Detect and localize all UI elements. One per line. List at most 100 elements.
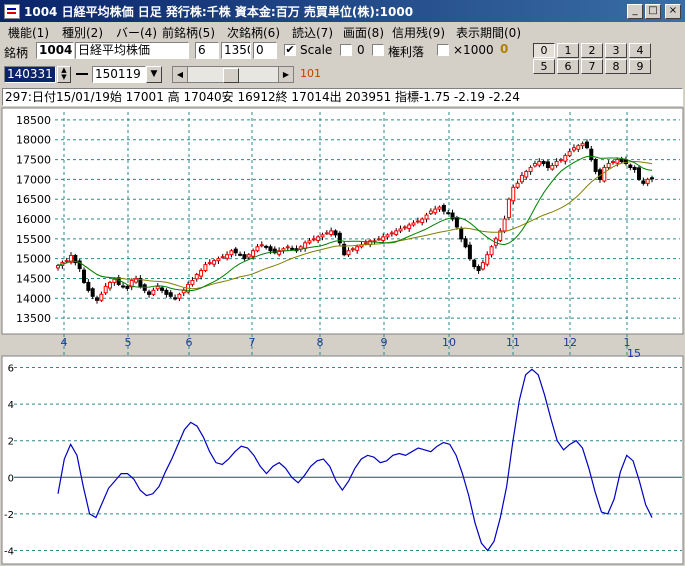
candle-up [108,281,113,289]
price-y-tick-label: 15500 [16,233,51,246]
candle-up [311,238,316,241]
candle-up [259,244,264,247]
candle-up [381,236,386,241]
oscillator-y-tick-label: -4 [4,547,14,558]
candle-up [532,163,537,167]
candle-down [268,246,273,252]
candle-down [147,291,152,295]
candle-down [467,244,472,260]
candle-up [506,198,511,218]
candle-up [576,145,581,150]
candle-down [233,248,238,254]
candle-down [238,253,243,256]
oscillator-y-tick-label: 2 [8,437,14,448]
candle-down [619,159,624,163]
chart-area: 13500 14000 14500 15000 15500 16000 16500 17000… [1,107,684,565]
price-y-tick-label: 16000 [16,213,51,226]
candle-up [407,224,412,230]
candle-up [155,285,160,290]
candle-up [346,250,351,256]
candle-down [125,285,130,289]
candle-up [316,236,321,241]
candle-up [307,240,312,244]
candle-up [285,246,290,249]
candle-up [558,159,563,162]
candle-down [628,164,633,168]
candle-up [437,206,442,210]
x-tick-label: 10 [442,336,456,349]
candle-up [151,289,156,295]
candle-up [485,254,490,265]
x-tick-label: 5 [125,336,132,349]
year-label: 15 [627,347,641,360]
x-tick-label: 8 [317,336,324,349]
candle-up [255,246,260,252]
candle-up [385,234,390,238]
candle-down [242,254,247,260]
candle-up [190,279,195,285]
candle-up [433,208,438,214]
candle-up [502,218,507,232]
candle-up [194,274,199,280]
candle-up [580,143,585,147]
candle-down [545,161,550,168]
candle-down [454,216,459,228]
candle-down [168,292,173,297]
candle-down [459,228,464,240]
candle-up [402,226,407,229]
oscillator-panel [1,355,684,565]
candle-up [615,159,620,164]
candle-up [225,254,230,259]
price-panel [1,107,684,335]
candle-down [441,205,446,212]
candle-down [290,247,295,250]
candle-up [220,256,225,259]
candle-up [489,246,494,256]
candle-up [571,147,576,151]
candle-up [350,248,355,251]
candle-up [563,155,568,162]
candle-down [173,297,178,300]
price-y-tick-label: 17500 [16,154,51,167]
candle-down [650,177,654,180]
candle-down [333,230,338,236]
candle-up [112,278,117,283]
x-tick-label: 11 [506,336,520,349]
candle-down [463,238,468,248]
x-tick-label: 6 [186,336,193,349]
candle-up [320,234,325,238]
x-tick-label: 7 [249,336,256,349]
candle-up [528,166,533,172]
candle-up [602,166,607,182]
candle-up [246,254,251,258]
candle-up [519,174,524,183]
oscillator-y-tick-label: -2 [4,510,14,521]
candle-up [99,293,104,301]
candle-up [281,248,286,252]
candle-down [636,167,641,180]
candle-up [480,262,485,270]
candle-up [56,265,60,269]
candle-up [424,214,429,220]
price-y-tick-label: 16500 [16,193,51,206]
candle-down [593,159,598,172]
candle-up [212,260,217,265]
candle-up [177,293,182,299]
candle-up [303,242,308,249]
candle-up [411,222,416,226]
candle-down [95,297,100,301]
candle-up [229,250,234,256]
price-y-tick-label: 18000 [16,134,51,147]
candle-down [472,259,477,268]
candle-down [82,269,87,283]
candle-up [645,178,650,184]
candle-up [415,220,420,223]
candle-down [476,266,481,272]
candle-up [181,289,186,294]
candle-up [251,250,256,257]
candle-up [324,232,329,235]
candle-up [606,163,611,168]
x-tick-label: 9 [381,336,388,349]
candle-up [329,230,334,235]
candle-down [86,281,91,291]
